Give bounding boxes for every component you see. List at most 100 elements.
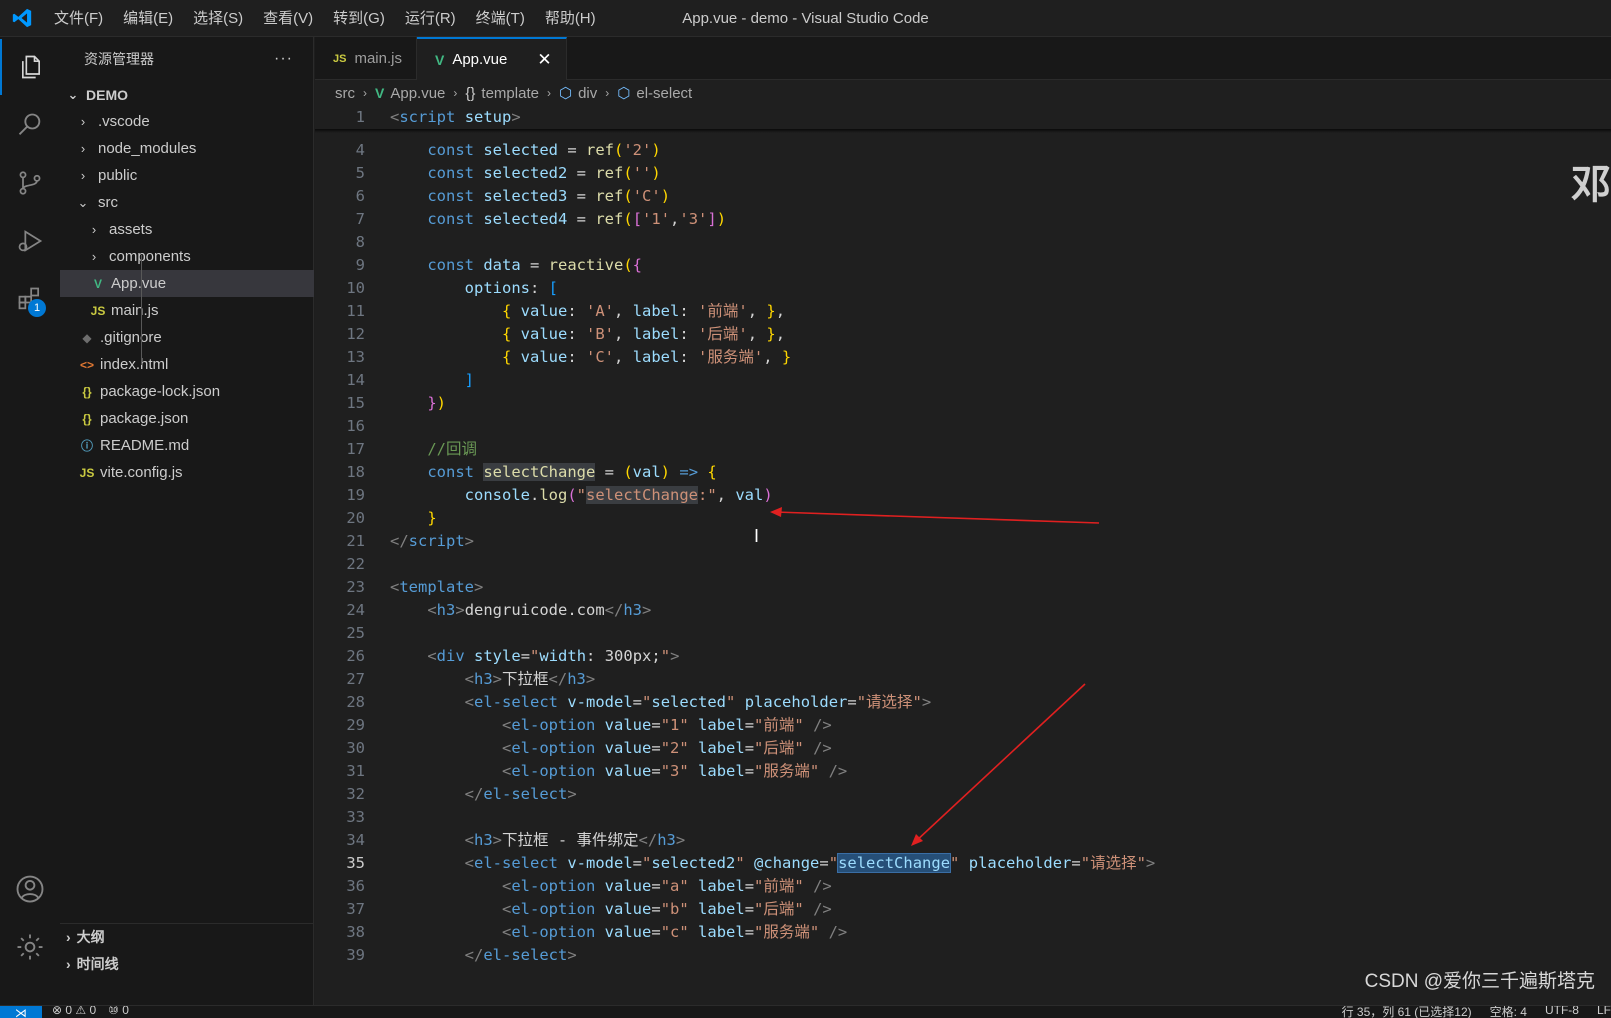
tree-item[interactable]: ⓘ README.md (60, 432, 314, 459)
tree-item-label: package.json (100, 410, 189, 427)
code-token: : (567, 348, 587, 366)
code-token: ref (595, 210, 624, 228)
manage-gear-icon[interactable] (0, 919, 60, 975)
code-token: placeholder (968, 854, 1072, 872)
tab-main-js[interactable]: JS main.js (315, 37, 417, 80)
tree-item[interactable]: V App.vue (60, 270, 314, 297)
code-token: "a" (660, 877, 689, 895)
breadcrumb-div[interactable]: div (578, 85, 597, 102)
indentation[interactable]: 空格: 4 (1490, 1006, 1527, 1018)
menu-item[interactable]: 编辑(E) (113, 0, 183, 37)
encoding[interactable]: UTF-8 (1545, 1006, 1579, 1018)
code-token: h3 (623, 601, 643, 619)
breadcrumb-app-vue[interactable]: App.vue (390, 85, 445, 102)
breadcrumb-el-select[interactable]: el-select (636, 85, 692, 102)
code-token: = (651, 923, 661, 941)
line-ending[interactable]: LF (1597, 1006, 1611, 1018)
cursor-position[interactable]: 行 35，列 61 (已选择12) (1342, 1006, 1472, 1018)
code-token: "请选择" (856, 693, 922, 711)
code-token: script (399, 108, 456, 126)
tree-item[interactable]: › node_modules (60, 135, 314, 162)
ports-status[interactable]: ⑩ 0 (108, 1006, 129, 1017)
menu-item[interactable]: 转到(G) (323, 0, 395, 37)
breadcrumb-template[interactable]: template (481, 85, 539, 102)
code-text: <el-option value="c" label="服务端" /> (390, 921, 847, 944)
code-token: value (604, 762, 652, 780)
tab-app-vue[interactable]: V App.vue ✕ (416, 37, 567, 80)
search-icon[interactable] (0, 97, 60, 153)
code-token: "前端" (754, 716, 804, 734)
line-number: 37 (346, 900, 365, 918)
menu-item[interactable]: 帮助(H) (535, 0, 606, 37)
explorer-icon[interactable] (0, 39, 60, 95)
code-editor[interactable]: 1 <script setup> 4 const selected = ref('2… (315, 106, 1611, 1005)
code-token: value (604, 739, 652, 757)
line-number: 28 (346, 693, 365, 711)
code-token: { (501, 325, 512, 343)
tree-item[interactable]: JS vite.config.js (60, 459, 314, 486)
accounts-icon[interactable] (0, 861, 60, 917)
run-debug-icon[interactable] (0, 213, 60, 269)
tree-item[interactable]: ⌄ src (60, 189, 314, 216)
code-token: = (1071, 854, 1081, 872)
menu-item[interactable]: 查看(V) (253, 0, 323, 37)
code-text: <el-select v-model="selected2" @change="… (390, 852, 1155, 875)
workspace-root-demo[interactable]: ⌄ DEMO (60, 81, 314, 108)
csdn-watermark: CSDN @爱你三千遍斯塔克 (1364, 971, 1595, 992)
tree-item-label: public (98, 167, 138, 184)
cube-icon: ⬡ (617, 85, 631, 102)
tree-item[interactable]: {} package.json (60, 405, 314, 432)
code-token: } (766, 325, 776, 343)
tree-item[interactable]: {} package-lock.json (60, 378, 314, 405)
problems-status[interactable]: ⊗ 0 ⚠ 0 (52, 1006, 96, 1017)
source-control-icon[interactable] (0, 155, 60, 211)
code-token: label (698, 716, 745, 734)
code-token: = (819, 854, 829, 872)
code-token: > (455, 601, 465, 619)
code-token: label (698, 923, 745, 941)
code-token: " (726, 693, 736, 711)
timeline-section[interactable]: › 时间线 (60, 950, 314, 977)
more-actions-button[interactable]: ··· (274, 50, 293, 68)
menu-item[interactable]: 终端(T) (466, 0, 535, 37)
code-token: = (632, 693, 643, 711)
tree-item[interactable]: › public (60, 162, 314, 189)
chevron-right-icon: › (66, 955, 71, 972)
tree-item[interactable]: › .vscode (60, 108, 314, 135)
code-line: 15 }) (315, 392, 1611, 415)
code-token: : (586, 647, 605, 665)
tree-item[interactable]: <> index.html (60, 351, 314, 378)
code-text: }) (390, 392, 446, 415)
menu-item[interactable]: 运行(R) (395, 0, 466, 37)
tree-item[interactable]: › assets (60, 216, 314, 243)
extensions-icon[interactable]: 1 (0, 271, 60, 327)
tree-item[interactable]: JS main.js (60, 297, 314, 324)
close-icon[interactable]: ✕ (537, 50, 551, 70)
tree-item[interactable]: › components (60, 243, 314, 270)
code-text: const selected4 = ref(['1','3']) (390, 208, 726, 231)
code-line: 31 <el-option value="3" label="服务端" /> (315, 760, 1611, 783)
code-token: = (595, 463, 624, 481)
tree-item[interactable]: ◆ .gitignore (60, 324, 314, 351)
breadcrumb-src[interactable]: src (335, 85, 355, 102)
code-line: 23 <template> (315, 576, 1611, 599)
menu-item[interactable]: 文件(F) (44, 0, 113, 37)
code-token: = (744, 762, 755, 780)
info-file-icon: ⓘ (80, 439, 93, 453)
outline-section[interactable]: › 大纲 (60, 923, 314, 950)
remote-indicator[interactable]: ⋊ (0, 1006, 42, 1018)
line-number: 8 (355, 233, 365, 251)
code-line: 24 <h3>dengruicode.com</h3> (315, 599, 1611, 622)
code-token: selected3 (483, 187, 568, 205)
code-token: ref (595, 164, 624, 182)
code-token: reactive (548, 256, 624, 274)
menu-item[interactable]: 选择(S) (183, 0, 253, 37)
code-token: : (567, 302, 587, 320)
code-token: } (766, 302, 776, 320)
code-token: '3' (679, 210, 708, 228)
code-token: > (1145, 854, 1156, 872)
code-token: value (604, 716, 652, 734)
